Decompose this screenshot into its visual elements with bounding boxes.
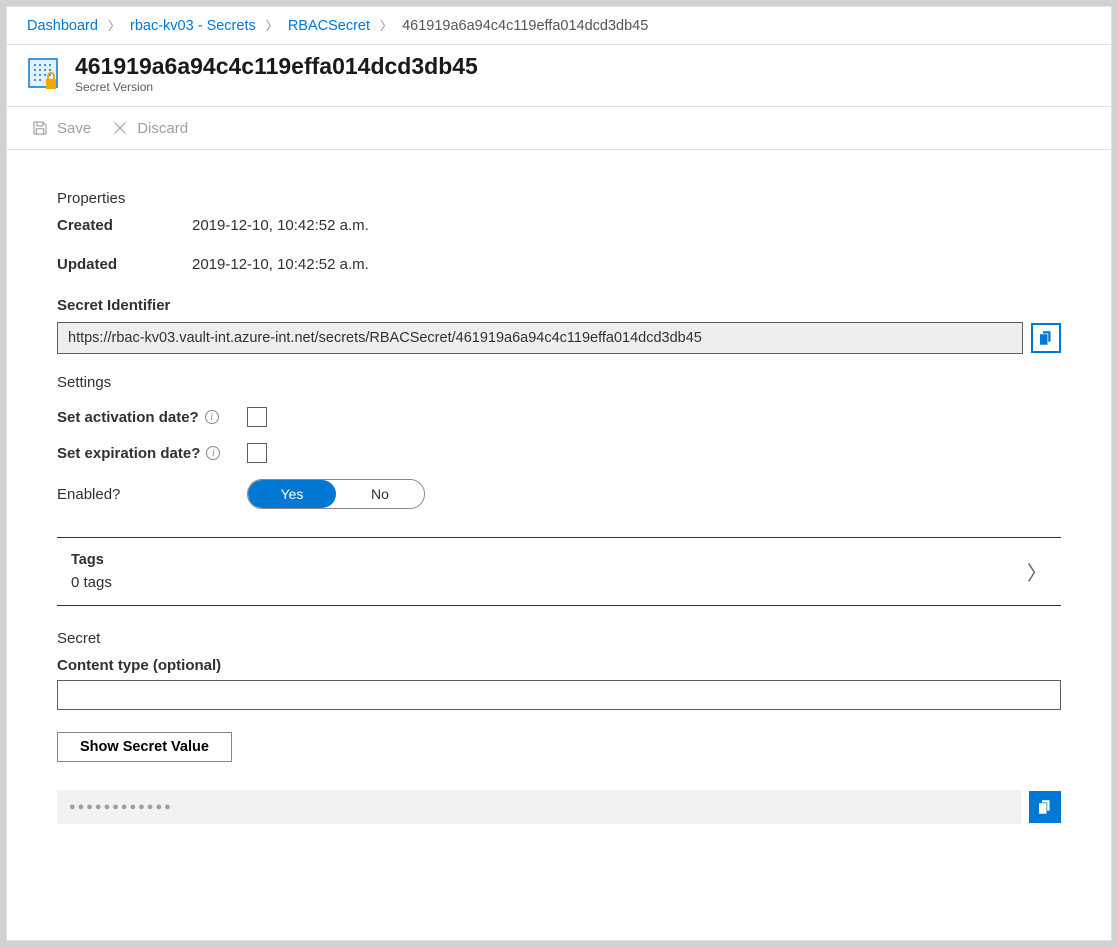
updated-label: Updated: [57, 256, 192, 273]
header-text: 461919a6a94c4c119effa014dcd3db45 Secret …: [75, 53, 478, 94]
content-type-label: Content type (optional): [57, 657, 1061, 674]
created-row: Created 2019-12-10, 10:42:52 a.m.: [57, 217, 1061, 234]
tags-count: 0 tags: [71, 574, 112, 591]
secret-section: Secret Content type (optional) Show Secr…: [57, 630, 1061, 824]
expiration-date-row: Set expiration date? i: [57, 443, 1061, 463]
page-subtitle: Secret Version: [75, 80, 478, 94]
secret-value-masked: ●●●●●●●●●●●●: [57, 790, 1021, 824]
enabled-no-option[interactable]: No: [336, 480, 424, 508]
updated-value: 2019-12-10, 10:42:52 a.m.: [192, 256, 369, 273]
copy-secret-value-button[interactable]: [1029, 791, 1061, 823]
tags-expander[interactable]: Tags 0 tags 〉: [57, 537, 1061, 606]
expiration-date-checkbox[interactable]: [247, 443, 267, 463]
save-button[interactable]: Save: [23, 115, 99, 141]
enabled-label: Enabled?: [57, 486, 247, 503]
tags-title: Tags: [71, 552, 112, 568]
breadcrumb-link-dashboard[interactable]: Dashboard: [27, 18, 98, 34]
breadcrumb-link-secrets[interactable]: rbac-kv03 - Secrets: [130, 18, 256, 34]
chevron-right-icon: 〉: [380, 19, 392, 33]
secret-section-title: Secret: [57, 630, 1061, 647]
activation-date-row: Set activation date? i: [57, 407, 1061, 427]
breadcrumb-current: 461919a6a94c4c119effa014dcd3db45: [402, 18, 648, 34]
secret-value-row: ●●●●●●●●●●●●: [57, 790, 1061, 824]
page-header: 461919a6a94c4c119effa014dcd3db45 Secret …: [7, 45, 1111, 107]
enabled-yes-option[interactable]: Yes: [248, 480, 336, 508]
identifier-input[interactable]: [57, 322, 1023, 354]
show-secret-value-button[interactable]: Show Secret Value: [57, 732, 232, 762]
discard-label: Discard: [137, 120, 188, 137]
activation-date-label: Set activation date? i: [57, 409, 247, 426]
settings-section: Settings Set activation date? i Set expi…: [57, 374, 1061, 509]
chevron-right-icon: 〉: [108, 19, 120, 33]
enabled-toggle[interactable]: Yes No: [247, 479, 425, 509]
content-area: Properties Created 2019-12-10, 10:42:52 …: [7, 150, 1111, 854]
identifier-row: [57, 322, 1061, 354]
chevron-right-icon: 〉: [1027, 557, 1047, 586]
secret-version-blade: Dashboard 〉 rbac-kv03 - Secrets 〉 RBACSe…: [6, 6, 1112, 941]
breadcrumb-link-rbacsecret[interactable]: RBACSecret: [288, 18, 370, 34]
tags-info: Tags 0 tags: [71, 552, 112, 591]
info-icon[interactable]: i: [206, 446, 220, 460]
activation-date-checkbox[interactable]: [247, 407, 267, 427]
created-label: Created: [57, 217, 192, 234]
save-icon: [31, 119, 49, 137]
content-type-input[interactable]: [57, 680, 1061, 710]
save-label: Save: [57, 120, 91, 137]
created-value: 2019-12-10, 10:42:52 a.m.: [192, 217, 369, 234]
secret-version-icon: [27, 57, 63, 93]
toolbar: Save Discard: [7, 107, 1111, 150]
updated-row: Updated 2019-12-10, 10:42:52 a.m.: [57, 256, 1061, 273]
identifier-label: Secret Identifier: [57, 297, 1061, 314]
page-title: 461919a6a94c4c119effa014dcd3db45: [75, 53, 478, 80]
copy-identifier-button[interactable]: [1031, 323, 1061, 353]
copy-icon: [1037, 329, 1055, 347]
expiration-date-text: Set expiration date?: [57, 445, 200, 462]
discard-button[interactable]: Discard: [103, 115, 196, 141]
copy-icon: [1036, 798, 1054, 816]
chevron-right-icon: 〉: [266, 19, 278, 33]
activation-date-text: Set activation date?: [57, 409, 199, 426]
info-icon[interactable]: i: [205, 410, 219, 424]
expiration-date-label: Set expiration date? i: [57, 445, 247, 462]
close-icon: [111, 119, 129, 137]
settings-section-title: Settings: [57, 374, 1061, 391]
breadcrumb: Dashboard 〉 rbac-kv03 - Secrets 〉 RBACSe…: [7, 7, 1111, 45]
properties-section-title: Properties: [57, 190, 1061, 207]
enabled-row: Enabled? Yes No: [57, 479, 1061, 509]
